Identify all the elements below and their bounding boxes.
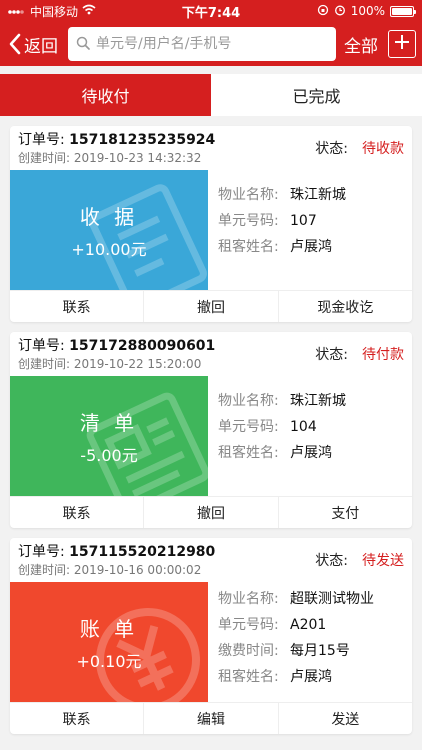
bill-badge: 账 单 +0.10元 [10,582,208,702]
tab-bar: 待收付 已完成 [0,74,422,116]
add-button[interactable] [388,30,416,58]
info-label: 租客姓名: [218,445,279,461]
info-label: 租客姓名: [218,239,279,255]
contact-button[interactable]: 联系 [10,291,143,322]
order-info: 物业名称: 珠江新城 单元号码: 107 租客姓名: 卢展鸿 [208,170,412,290]
withdraw-button[interactable]: 撤回 [143,291,277,322]
contact-button[interactable]: 联系 [10,497,143,528]
tenant-name: 卢展鸿 [290,445,332,461]
info-label: 租客姓名: [218,669,279,685]
status-value: 待付款 [362,347,404,363]
badge-amount: +10.00元 [71,239,147,259]
badge-title: 账 单 [79,616,139,641]
created-time: 2019-10-16 00:00:02 [73,563,202,577]
created-label: 创建时间: [18,563,71,577]
cash-received-button[interactable]: 现金收讫 [277,291,412,322]
created-time: 2019-10-23 14:32:32 [73,151,202,165]
plus-icon [393,33,411,55]
badge-amount: +0.10元 [76,651,142,671]
list-icon [86,392,208,496]
order-number: 157115520212980 [69,544,216,560]
unit-number: 107 [290,213,317,229]
status-value: 待收款 [362,141,404,157]
receipt-badge: 收 据 +10.00元 [10,170,208,290]
back-label: 返回 [24,36,58,57]
badge-title: 清 单 [79,410,139,435]
status-bar: 中国移动 下午7:44 100% [0,0,422,22]
created-label: 创建时间: [18,357,71,371]
order-card: 订单号: 157115520212980 创建时间: 2019-10-16 00… [10,538,412,734]
info-label: 单元号码: [218,617,279,633]
order-body[interactable]: 账 单 +0.10元 物业名称: 超联测试物业 单元号码: A201 缴费时间: 每月… [10,582,412,702]
order-info: 物业名称: 珠江新城 单元号码: 104 租客姓名: 卢展鸿 [208,376,412,496]
order-body[interactable]: 收 据 +10.00元 物业名称: 珠江新城 单元号码: 107 租客姓名: 卢展鸿 [10,170,412,290]
info-label: 物业名称: [218,187,279,203]
search-box[interactable] [68,27,336,61]
order-number: 157172880090601 [69,338,216,354]
order-info: 物业名称: 超联测试物业 单元号码: A201 缴费时间: 每月15号 租客姓名: 卢展… [208,582,412,702]
search-input[interactable] [96,36,328,52]
edit-button[interactable]: 编辑 [143,703,277,734]
info-label: 单元号码: [218,419,279,435]
signal-icon [8,4,26,18]
order-actions: 联系 编辑 发送 [10,702,412,734]
badge-title: 收 据 [79,204,139,229]
order-header: 订单号: 157172880090601 创建时间: 2019-10-22 15… [10,332,412,376]
order-card: 订单号: 157172880090601 创建时间: 2019-10-22 15… [10,332,412,528]
order-header: 订单号: 157181235235924 创建时间: 2019-10-23 14… [10,126,412,170]
receipt-icon [89,184,207,290]
order-list: 订单号: 157181235235924 创建时间: 2019-10-23 14… [0,126,422,734]
wifi-icon [82,4,96,18]
info-label: 物业名称: [218,393,279,409]
property-name: 超联测试物业 [290,591,374,607]
info-label: 物业名称: [218,591,279,607]
created-label: 创建时间: [18,151,71,165]
contact-button[interactable]: 联系 [10,703,143,734]
status-value: 待发送 [362,553,404,569]
property-name: 珠江新城 [290,393,346,409]
order-header: 订单号: 157115520212980 创建时间: 2019-10-16 00… [10,538,412,582]
yen-icon [96,608,200,702]
search-icon [76,35,90,54]
order-actions: 联系 撤回 现金收讫 [10,290,412,322]
chevron-left-icon [8,33,22,55]
order-no-label: 订单号: [18,338,65,354]
statement-badge: 清 单 -5.00元 [10,376,208,496]
rotation-lock-icon [317,4,329,19]
status-label: 状态: [315,553,348,569]
order-no-label: 订单号: [18,544,65,560]
info-label: 单元号码: [218,213,279,229]
property-name: 珠江新城 [290,187,346,203]
battery-icon [390,5,416,17]
pay-button[interactable]: 支付 [277,497,412,528]
status-label: 状态: [315,347,348,363]
tenant-name: 卢展鸿 [290,239,332,255]
battery-percent: 100% [350,4,385,18]
payment-day: 每月15号 [290,643,350,659]
order-body[interactable]: 清 单 -5.00元 物业名称: 珠江新城 单元号码: 104 租客姓名: 卢展鸿 [10,376,412,496]
filter-all-button[interactable]: 全部 [344,32,378,57]
alarm-icon [334,4,346,19]
order-actions: 联系 撤回 支付 [10,496,412,528]
back-button[interactable]: 返回 [8,32,58,57]
tab-completed[interactable]: 已完成 [211,74,422,116]
order-no-label: 订单号: [18,132,65,148]
order-card: 订单号: 157181235235924 创建时间: 2019-10-23 14… [10,126,412,322]
tab-pending[interactable]: 待收付 [0,74,211,116]
unit-number: 104 [290,419,317,435]
top-header: 中国移动 下午7:44 100% 返回 单元号/用户名/手机号 全部 [0,0,422,66]
status-label: 状态: [315,141,348,157]
withdraw-button[interactable]: 撤回 [143,497,277,528]
tenant-name: 卢展鸿 [290,669,332,685]
send-button[interactable]: 发送 [277,703,412,734]
created-time: 2019-10-22 15:20:00 [73,357,202,371]
info-label: 缴费时间: [218,643,279,659]
nav-bar: 返回 全部 [0,22,422,66]
carrier-name: 中国移动 [30,4,79,19]
badge-amount: -5.00元 [80,445,138,465]
order-number: 157181235235924 [69,132,216,148]
unit-number: A201 [290,617,327,633]
